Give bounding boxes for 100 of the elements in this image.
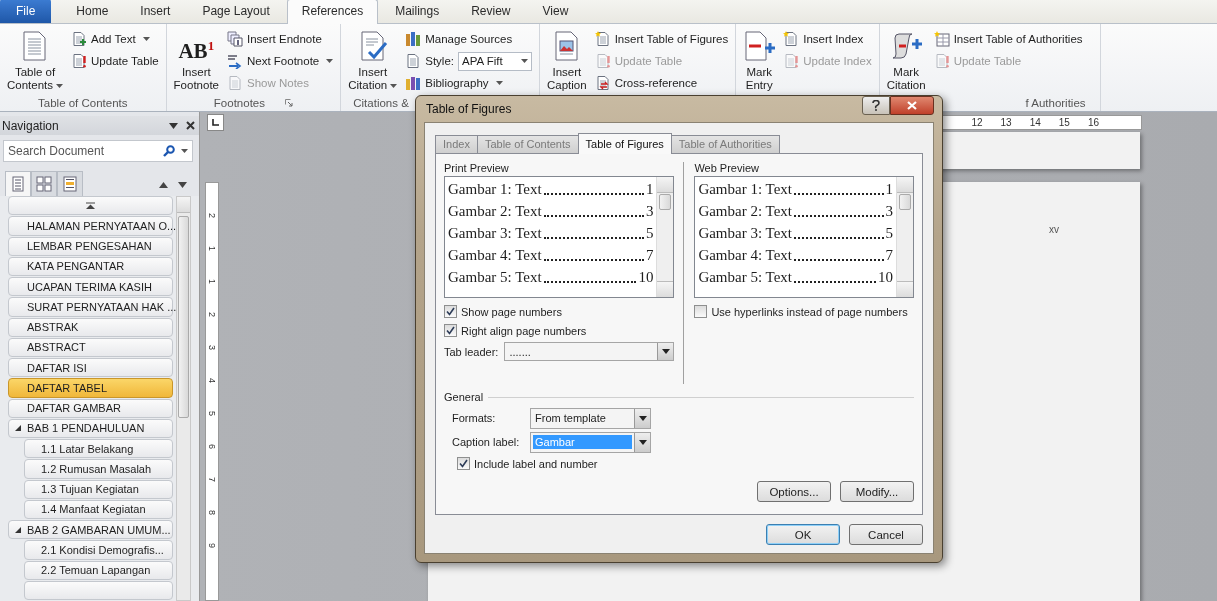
dialog-launcher-icon[interactable]	[285, 99, 293, 107]
entry-text: Gambar 5: Text	[698, 268, 793, 286]
document-icon	[405, 53, 422, 69]
document-exclamation-icon	[933, 53, 950, 69]
checkbox[interactable]	[444, 324, 457, 337]
checkbox-label: Use hyperlinks instead of page numbers	[711, 305, 908, 318]
dialog-button[interactable]: Cancel	[849, 524, 923, 545]
scrollbar[interactable]	[896, 177, 913, 297]
heading-item[interactable]: 1.4 Manfaat Kegiatan	[24, 499, 173, 519]
heading-item[interactable]: DAFTAR TABEL	[8, 378, 173, 398]
page-number: 1	[645, 180, 654, 198]
down-arrow-icon	[178, 182, 187, 188]
heading-item[interactable]: HALAMAN PERNYATAAN O...	[8, 216, 173, 236]
ribbon-button[interactable]: Mark Entry	[740, 28, 779, 95]
heading-item[interactable]: ABSTRAK	[8, 317, 173, 337]
checkbox[interactable]	[457, 457, 470, 470]
ribbon-button[interactable]: Bibliography	[402, 72, 535, 94]
ribbon-tab[interactable]: View	[527, 0, 584, 23]
heading-item[interactable]: BAB 2 GAMBARAN UMUM...	[8, 520, 173, 540]
ribbon-button[interactable]: AB$^{1}$ Insert Footnote	[170, 28, 222, 95]
ribbon-tab[interactable]: Insert	[125, 0, 186, 23]
checkbox[interactable]	[444, 305, 457, 318]
ribbon-button[interactable]: Insert Table of Authorities	[930, 28, 1086, 50]
scrollbar[interactable]	[656, 177, 674, 297]
ribbon-button[interactable]: Cross-reference	[591, 72, 732, 94]
search-field[interactable]: Search Document	[3, 140, 193, 162]
heading-item[interactable]: 1.3 Tujuan Kegiatan	[24, 479, 173, 499]
heading-item[interactable]: ABSTRACT	[8, 337, 173, 357]
field-label: Tab leader:	[444, 345, 499, 358]
file-menu-tab[interactable]: File	[0, 0, 52, 23]
ribbon-button[interactable]: Mark Citation	[883, 28, 929, 95]
tab-selector-button[interactable]	[207, 113, 224, 131]
dialog-button[interactable]: Options...	[757, 481, 831, 502]
entry-text: Gambar 4: Text	[448, 246, 542, 264]
heading-item[interactable]: 1.1 Latar Belakang	[24, 439, 173, 459]
ribbon-tab[interactable]: Review	[456, 0, 526, 23]
document-exclamation-icon	[783, 53, 800, 69]
heading-item[interactable]: 1.2 Rumusan Masalah	[24, 459, 173, 479]
books-icon	[405, 31, 422, 47]
view-tab[interactable]	[57, 171, 83, 196]
results-icon	[62, 176, 78, 192]
ribbon-button[interactable]: Next Footnote	[224, 50, 337, 72]
close-icon	[907, 100, 917, 110]
arrow-icon	[227, 53, 243, 69]
ribbon-button[interactable]: Insert Caption	[544, 28, 590, 95]
ribbon-button[interactable]: Manage Sources	[402, 28, 535, 50]
entry-text: Gambar 5: Text	[448, 268, 542, 286]
scrollbar[interactable]	[176, 196, 191, 601]
dialog-tab[interactable]: Table of Figures	[577, 133, 672, 154]
page-number: 7	[645, 246, 654, 264]
page-number: 5	[645, 224, 654, 242]
heading-item[interactable]: UCAPAN TERIMA KASIH	[8, 277, 173, 297]
checkbox[interactable]	[694, 305, 708, 318]
tab-leader-dropdown[interactable]: .......	[504, 342, 675, 361]
close-icon	[186, 121, 195, 130]
entry-text: Gambar 1: Text	[448, 180, 542, 198]
vertical-ruler: 2 1 1 2 3 4 5 6 7 8 9	[205, 182, 219, 601]
checkbox-label: Include label and number	[474, 457, 598, 470]
scroll-to-top-icon	[86, 202, 95, 210]
heading-item[interactable]: BAB 1 PENDAHULUAN	[8, 418, 173, 438]
heading-item[interactable]: 2.1 Kondisi Demografis...	[24, 540, 173, 560]
page-number: 7	[885, 246, 893, 264]
search-input[interactable]: Search Document	[4, 144, 157, 158]
heading-item[interactable]: 2.2 Temuan Lapangan	[24, 560, 173, 580]
page-number: xv	[1049, 224, 1059, 236]
entry-text: Gambar 4: Text	[698, 246, 793, 264]
heading-item[interactable]: KATA PENGANTAR	[8, 256, 173, 276]
ribbon-button[interactable]: Insert Index	[780, 28, 875, 50]
heading-item[interactable]: DAFTAR ISI	[8, 358, 173, 378]
ribbon-button[interactable]: Add Text	[68, 28, 162, 50]
group-label: Footnotes	[213, 97, 265, 109]
ribbon-tab[interactable]: Mailings	[380, 0, 455, 23]
close-button[interactable]	[890, 95, 934, 115]
ribbon-tab[interactable]: References	[286, 0, 379, 24]
field-label: Formats:	[452, 412, 497, 424]
dialog-title: Table of Figures	[425, 102, 513, 116]
style-dropdown[interactable]: APA Fift	[458, 51, 532, 71]
scroll-plus-icon	[890, 30, 923, 62]
ribbon-tab[interactable]: Home	[61, 0, 124, 23]
heading-item[interactable]: DAFTAR GAMBAR	[8, 398, 173, 418]
dropdown[interactable]: From template	[530, 407, 651, 429]
heading-item[interactable]: LEMBAR PENGESAHAN	[8, 236, 173, 256]
ribbon-tab[interactable]: Page Layout	[187, 0, 285, 23]
view-tab[interactable]	[31, 171, 57, 196]
entry-text: Gambar 2: Text	[448, 202, 542, 220]
ribbon-button[interactable]: Insert Table of Figures	[591, 28, 732, 50]
entry-text: Gambar 2: Text	[698, 202, 793, 220]
entry-text: Gambar 1: Text	[698, 180, 793, 198]
checkbox-label: Show page numbers	[461, 305, 562, 318]
ribbon-button[interactable]: Table of Contents	[4, 28, 67, 95]
help-icon	[872, 99, 880, 111]
help-button[interactable]	[862, 95, 890, 115]
ribbon-button[interactable]: Insert Endnote	[224, 28, 337, 50]
dialog-button[interactable]: OK	[766, 524, 840, 545]
ribbon-button[interactable]: Insert Citation	[345, 28, 401, 95]
caret-icon	[521, 59, 528, 63]
entry-text: Gambar 3: Text	[698, 224, 793, 242]
dialog-button[interactable]: Modify...	[840, 481, 914, 502]
preview-label: Web Preview	[694, 162, 760, 176]
ribbon-button[interactable]: Update Table	[68, 50, 162, 72]
